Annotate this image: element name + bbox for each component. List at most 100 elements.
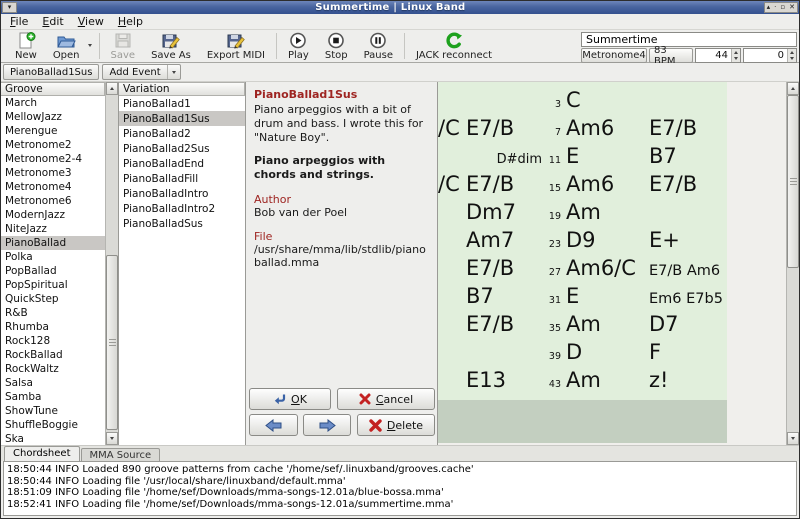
groove-list-item[interactable]: ModernJazz <box>1 208 105 222</box>
groove-list-item[interactable]: Samba <box>1 390 105 404</box>
play-button[interactable]: Play <box>280 31 317 61</box>
groove-list-item[interactable]: MellowJazz <box>1 110 105 124</box>
chordsheet-scrollbar[interactable] <box>786 82 799 445</box>
variation-list-item[interactable]: PianoBallad1Sus <box>119 111 245 126</box>
groove-list-item[interactable]: NiteJazz <box>1 222 105 236</box>
save-button[interactable]: Save <box>103 31 144 61</box>
variation-column-header[interactable]: Variation <box>119 82 245 96</box>
variation-list-item[interactable]: PianoBalladSus <box>119 216 245 231</box>
groove-list-item[interactable]: Ska <box>1 432 105 445</box>
variation-list-item[interactable]: PianoBalladIntro2 <box>119 201 245 216</box>
variation-list-item[interactable]: PianoBallad2Sus <box>119 141 245 156</box>
window-menu-icon[interactable]: ▾ <box>2 2 17 13</box>
new-button[interactable]: New <box>7 31 45 61</box>
scroll-down-icon[interactable] <box>106 432 118 445</box>
ok-button[interactable]: OK <box>249 388 331 410</box>
groove-column-header[interactable]: Groove <box>1 82 105 96</box>
groove-list-item[interactable]: March <box>1 96 105 110</box>
groove-list-item[interactable]: Metronome4 <box>1 180 105 194</box>
groove-list-item[interactable]: Metronome3 <box>1 166 105 180</box>
groove-list-item[interactable]: ShuffleBoggie <box>1 418 105 432</box>
chord-row[interactable]: E7/B 35 Am D7 <box>438 312 727 340</box>
open-dropdown-arrow[interactable] <box>88 31 96 61</box>
maximize-icon[interactable]: ▫ <box>780 4 785 11</box>
minimize-icon[interactable]: · <box>774 4 776 11</box>
groove-list-item[interactable]: QuickStep <box>1 292 105 306</box>
save-as-button[interactable]: Save As <box>143 31 199 61</box>
chord-row[interactable]: 39 D F <box>438 340 727 368</box>
groove-list-item[interactable]: RockBallad <box>1 348 105 362</box>
groove-list-item[interactable]: Salsa <box>1 376 105 390</box>
menu-item[interactable]: View <box>71 14 111 29</box>
groove-list-item[interactable]: R&B <box>1 306 105 320</box>
chord-row[interactable]: /C E7/B 7 Am6 E7/B <box>438 116 727 144</box>
cancel-button[interactable]: Cancel <box>337 388 435 410</box>
scrollbar-thumb[interactable] <box>787 95 799 268</box>
variation-list[interactable]: PianoBallad1PianoBallad1SusPianoBallad2P… <box>119 96 245 445</box>
groove-list-item[interactable]: PopBallad <box>1 264 105 278</box>
variation-list-item[interactable]: PianoBalladIntro <box>119 186 245 201</box>
groove-list[interactable]: MarchMellowJazzMerengueMetronome2Metrono… <box>1 96 105 445</box>
chord-row[interactable]: B7 31 E Em6 E7b5 <box>438 284 727 312</box>
chord-row[interactable]: E13 43 Am z! <box>438 368 727 396</box>
variation-list-item[interactable]: PianoBallad1 <box>119 96 245 111</box>
variation-list-item[interactable]: PianoBallad2 <box>119 126 245 141</box>
song-title-input[interactable] <box>581 32 797 47</box>
bpm-button[interactable]: 83 BPM <box>649 48 693 63</box>
scroll-up-icon[interactable] <box>106 82 118 95</box>
shade-icon[interactable]: ▴ <box>767 4 771 11</box>
groove-list-item[interactable]: ShowTune <box>1 404 105 418</box>
toolbar-separator <box>404 33 405 59</box>
chord-row[interactable]: Dm7 19 Am <box>438 200 727 228</box>
spin-down-icon[interactable] <box>788 56 796 63</box>
tab[interactable]: Chordsheet <box>4 446 80 461</box>
scroll-up-icon[interactable] <box>787 82 799 95</box>
current-groove-button[interactable]: PianoBallad1Sus <box>3 64 99 80</box>
jack-reconnect-button[interactable]: JACK reconnect <box>408 31 500 61</box>
export-midi-button[interactable]: Export MIDI <box>199 31 273 61</box>
title-bar[interactable]: ▾ Summertime | Linux Band ▴ · ▫ ✕ <box>1 1 799 14</box>
groove-list-item[interactable]: PianoBallad <box>1 236 105 250</box>
pause-button[interactable]: Pause <box>356 31 401 61</box>
chord-sheet[interactable]: 3 C /C E7/B 7 Am6 E7/B <box>438 82 727 400</box>
chord-row[interactable]: E7/B 27 Am6/C E7/B Am6 <box>438 256 727 284</box>
groove-list-item[interactable]: Merengue <box>1 124 105 138</box>
menu-item[interactable]: Edit <box>35 14 70 29</box>
spin-down-icon[interactable] <box>732 56 740 63</box>
chord-row[interactable]: 3 C <box>438 88 727 116</box>
groove-list-item[interactable]: Metronome6 <box>1 194 105 208</box>
variation-list-item[interactable]: PianoBalladEnd <box>119 156 245 171</box>
scroll-down-icon[interactable] <box>787 432 799 445</box>
log-output[interactable]: 18:50:44 INFO Loaded 890 groove patterns… <box>3 461 797 516</box>
bar-number-spinner[interactable]: 0 <box>743 48 797 63</box>
time-signature-spinner[interactable]: 44 <box>695 48 741 63</box>
previous-groove-button[interactable] <box>249 414 298 436</box>
delete-button[interactable]: Delete <box>357 414 435 436</box>
groove-list-item[interactable]: Polka <box>1 250 105 264</box>
stop-button[interactable]: Stop <box>317 31 356 61</box>
groove-scrollbar[interactable] <box>105 82 118 445</box>
next-groove-button[interactable] <box>303 414 351 436</box>
window-controls: ▴ · ▫ ✕ <box>764 2 798 13</box>
variation-list-item[interactable]: PianoBalladFill <box>119 171 245 186</box>
groove-list-item[interactable]: Rhumba <box>1 320 105 334</box>
groove-list-item[interactable]: Rock128 <box>1 334 105 348</box>
chord-row[interactable]: D#dim 11 E B7 <box>438 144 727 172</box>
groove-list-item[interactable]: Metronome2 <box>1 138 105 152</box>
chord-row[interactable]: Am7 23 D9 E+ <box>438 228 727 256</box>
new-document-icon <box>16 32 36 49</box>
chord-mid: E <box>566 284 649 308</box>
groove-list-item[interactable]: RockWaltz <box>1 362 105 376</box>
menu-item[interactable]: File <box>3 14 35 29</box>
chord-row[interactable]: /C E7/B 15 Am6 E7/B <box>438 172 727 200</box>
metronome-button[interactable]: Metronome4 <box>581 48 647 63</box>
add-event-combo[interactable]: Add Event <box>102 64 180 80</box>
groove-list-item[interactable]: PopSpiritual <box>1 278 105 292</box>
groove-list-item[interactable]: Metronome2-4 <box>1 152 105 166</box>
close-icon[interactable]: ✕ <box>789 4 795 11</box>
menu-item[interactable]: Help <box>111 14 150 29</box>
chord-left: E7/B <box>466 312 542 336</box>
tab[interactable]: MMA Source <box>81 448 161 461</box>
scrollbar-thumb[interactable] <box>106 255 118 430</box>
open-button[interactable]: Open <box>45 31 88 61</box>
